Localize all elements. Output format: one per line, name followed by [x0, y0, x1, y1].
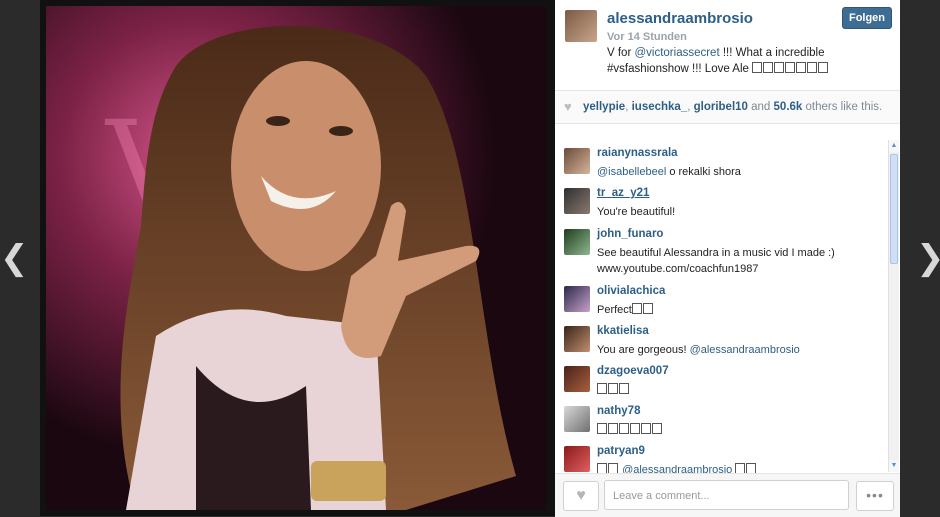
commenter-avatar[interactable]: [564, 188, 590, 214]
commenter-avatar[interactable]: [564, 229, 590, 255]
follow-button[interactable]: Folgen: [842, 7, 892, 29]
comment-mention-link[interactable]: @alessandraambrosio: [690, 344, 800, 356]
comment-text: @alessandraambrosio: [597, 462, 877, 473]
next-post-arrow[interactable]: ❯: [916, 238, 940, 278]
commenter-avatar[interactable]: [564, 446, 590, 472]
comment-text: See beautiful Alessandra in a music vid …: [597, 247, 835, 275]
owner-username[interactable]: alessandraambrosio: [607, 10, 753, 27]
liker-link[interactable]: gloribel10: [694, 101, 748, 113]
commenter-username[interactable]: nathy78: [597, 405, 640, 417]
commenter-username[interactable]: dzagoeva007: [597, 365, 669, 377]
heart-icon: ♥: [576, 487, 586, 504]
liker-link[interactable]: iusechka_: [632, 101, 688, 113]
owner-avatar[interactable]: [565, 10, 597, 42]
likes-suffix: others like this.: [805, 101, 883, 113]
comment-scrollbar[interactable]: ▲ ▼: [888, 140, 899, 472]
commenter-avatar[interactable]: [564, 406, 590, 432]
comment-mention-link[interactable]: @isabellebeel: [597, 166, 666, 178]
likes-and-word: and: [751, 101, 771, 113]
commenter-username[interactable]: patryan9: [597, 445, 645, 457]
liker-link[interactable]: yellypie: [583, 101, 625, 113]
comment-mention-link[interactable]: @alessandraambrosio: [622, 464, 732, 473]
comment-list: raianynassrala @isabellebeel o rekalki s…: [555, 140, 885, 473]
comment-text: Perfect: [597, 302, 877, 318]
likes-summary: yellypie, iusechka_, gloribel10 and 50.6…: [583, 101, 883, 113]
heart-icon: ♥: [564, 99, 572, 114]
caption-mention-link[interactable]: @victoriassecret: [634, 47, 719, 59]
commenter-username[interactable]: john_funaro: [597, 228, 663, 240]
post-timestamp: Vor 14 Stunden: [607, 31, 687, 43]
post-header: alessandraambrosio Folgen Vor 14 Stunden…: [555, 0, 900, 90]
commenter-avatar[interactable]: [564, 366, 590, 392]
commenter-avatar[interactable]: [564, 326, 590, 352]
chevron-right-icon: ❯: [916, 238, 940, 278]
like-button[interactable]: ♥: [563, 481, 599, 511]
commenter-username[interactable]: raianynassrala: [597, 147, 678, 159]
ellipsis-icon: •••: [866, 487, 884, 503]
more-options-button[interactable]: •••: [856, 481, 894, 511]
post-caption: V for @victoriassecret !!! What a incred…: [607, 45, 887, 77]
comment-text: [597, 422, 877, 438]
chevron-left-icon: ❮: [0, 238, 29, 278]
others-count[interactable]: 50.6k: [774, 101, 803, 113]
post-detail-panel: alessandraambrosio Folgen Vor 14 Stunden…: [555, 0, 900, 517]
scrollbar-thumb[interactable]: [890, 154, 898, 264]
comment-text: [597, 382, 877, 398]
comment-footer: ♥ Leave a comment... •••: [555, 473, 900, 517]
comment-text: You're beautiful!: [597, 206, 676, 218]
commenter-avatar[interactable]: [564, 286, 590, 312]
post-photo-frame: VS: [40, 0, 555, 516]
likes-bar: ♥ yellypie, iusechka_, gloribel10 and 50…: [555, 90, 900, 124]
scroll-up-arrow-icon[interactable]: ▲: [889, 140, 899, 152]
comment-text: @isabellebeel o rekalki shora: [597, 166, 741, 178]
commenter-username[interactable]: kkatielisa: [597, 325, 649, 337]
scroll-down-arrow-icon[interactable]: ▼: [889, 460, 899, 472]
commenter-username[interactable]: olivialachica: [597, 285, 665, 297]
commenter-username[interactable]: tr_az_y21: [597, 187, 649, 199]
photo-illustration: VS: [46, 6, 546, 510]
caption-text: V for: [607, 47, 635, 59]
comment-input[interactable]: Leave a comment...: [604, 480, 849, 510]
commenter-avatar[interactable]: [564, 148, 590, 174]
post-photo[interactable]: VS: [46, 6, 546, 510]
comment-text: You are gorgeous! @alessandraambrosio: [597, 344, 800, 356]
previous-post-arrow[interactable]: ❮: [0, 238, 29, 278]
